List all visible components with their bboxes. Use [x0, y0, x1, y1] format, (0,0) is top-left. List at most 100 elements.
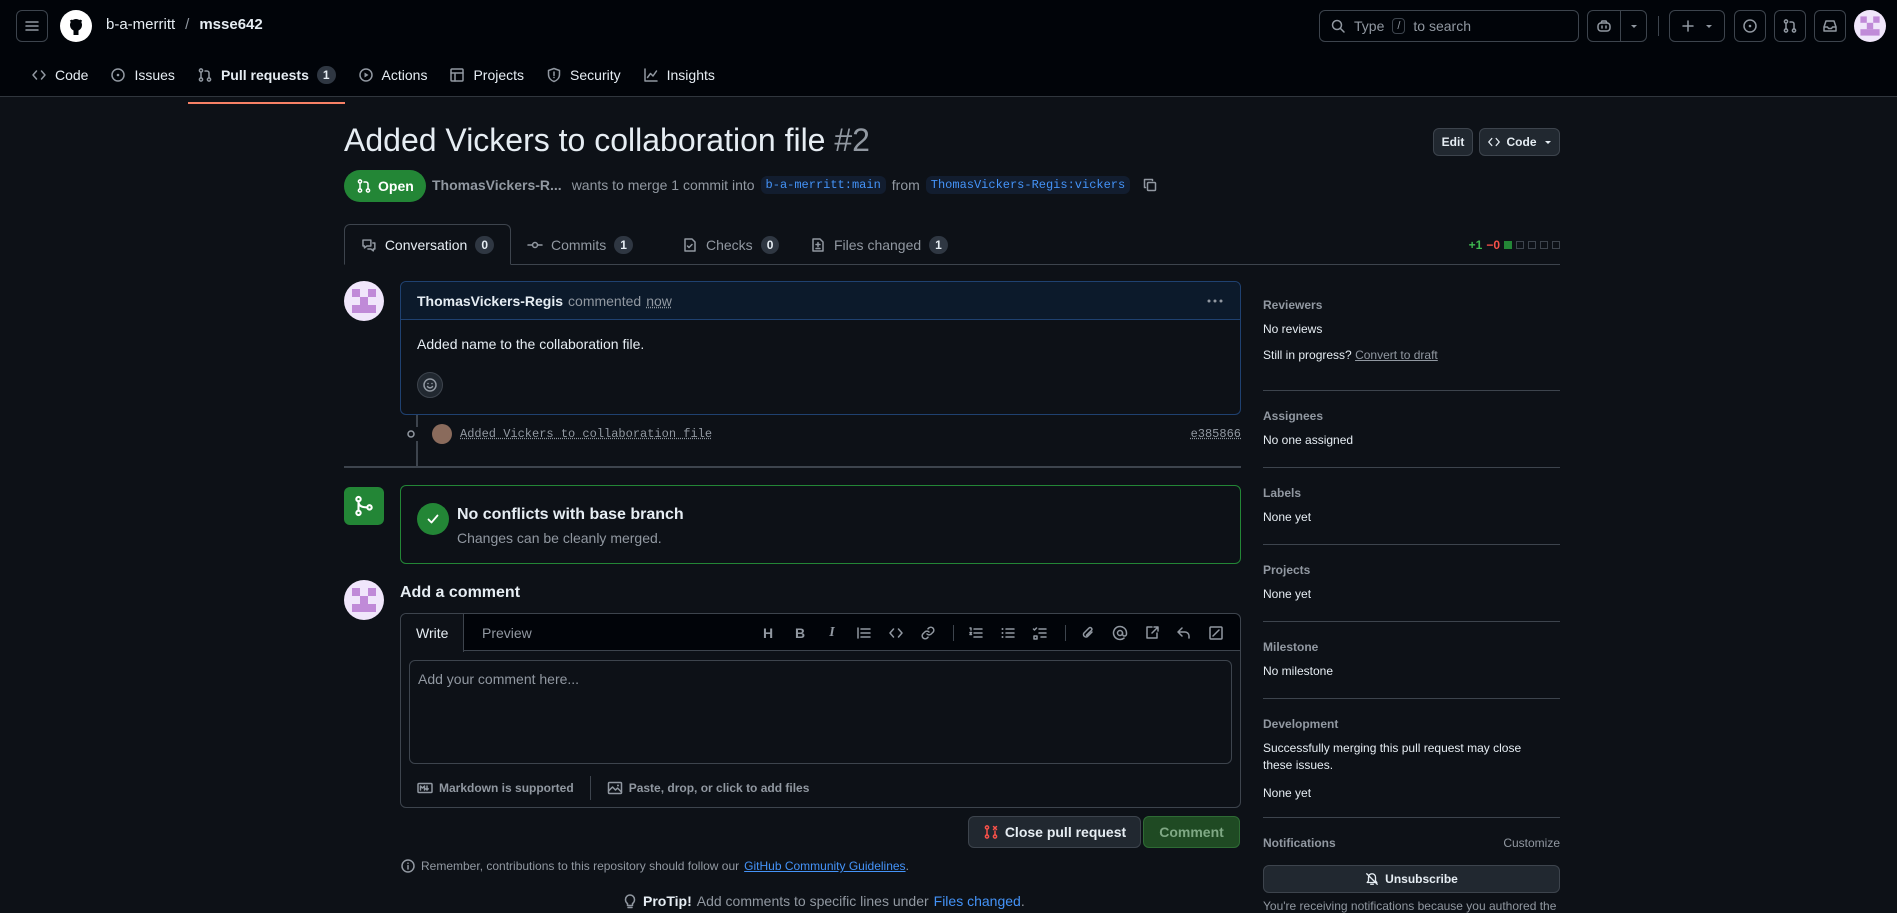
status-label: Open [378, 178, 414, 194]
pull-requests-button[interactable] [1774, 10, 1806, 42]
reviewers-heading[interactable]: Reviewers [1263, 298, 1560, 312]
write-tab[interactable]: Write [401, 614, 464, 652]
comment-submit-button[interactable]: Comment [1143, 816, 1240, 848]
search-input[interactable]: Type / to search [1319, 10, 1579, 42]
commit-sha-link[interactable]: e385866 [1191, 427, 1241, 441]
add-reaction-button[interactable] [417, 372, 443, 398]
labels-heading[interactable]: Labels [1263, 486, 1560, 500]
search-icon [1330, 18, 1346, 34]
image-icon [607, 780, 623, 796]
hamburger-icon [24, 18, 40, 34]
head-branch[interactable]: ThomasVickers-Regis:vickers [926, 176, 1130, 194]
cross-reference-icon[interactable] [1143, 624, 1161, 642]
pr-author-link[interactable]: ThomasVickers-R... [432, 177, 562, 193]
preview-tab[interactable]: Preview [467, 614, 547, 651]
fullscreen-icon[interactable] [1207, 624, 1225, 642]
tab-issues[interactable]: Issues [101, 60, 183, 90]
sidebar-notifications: Notifications Customize [1263, 836, 1560, 850]
sidebar-assignees: Assignees No one assigned [1263, 409, 1560, 449]
paperclip-icon[interactable] [1079, 624, 1097, 642]
comment-textarea[interactable]: Add your comment here... [409, 660, 1232, 764]
smiley-icon [422, 377, 438, 393]
merge-status-subtitle: Changes can be cleanly merged. [457, 530, 662, 546]
tab-commits[interactable]: Commits 1 [511, 224, 649, 265]
mention-icon[interactable] [1111, 624, 1129, 642]
bold-icon[interactable]: B [791, 624, 809, 642]
sidebar-projects: Projects None yet [1263, 563, 1560, 603]
close-pull-request-button[interactable]: Close pull request [968, 816, 1141, 848]
community-guidelines-link[interactable]: GitHub Community Guidelines [744, 859, 905, 873]
milestone-heading[interactable]: Milestone [1263, 640, 1560, 654]
comment-action: commented [568, 293, 641, 309]
sidebar-development: Development Successfully merging this pu… [1263, 717, 1560, 802]
commit-author-avatar[interactable] [432, 424, 452, 444]
files-changed-link[interactable]: Files changed [934, 893, 1021, 909]
tab-projects[interactable]: Projects [440, 60, 533, 90]
tab-code[interactable]: Code [22, 60, 97, 90]
create-new-button[interactable] [1669, 10, 1725, 42]
heading-icon[interactable]: H [759, 624, 777, 642]
quote-icon[interactable] [855, 624, 873, 642]
assignees-heading[interactable]: Assignees [1263, 409, 1560, 423]
owner-link[interactable]: b-a-merritt [106, 16, 175, 33]
reply-icon[interactable] [1175, 624, 1193, 642]
timeline-divider [344, 466, 1241, 468]
ordered-list-icon[interactable] [967, 624, 985, 642]
code-icon[interactable] [887, 624, 905, 642]
copilot-button[interactable] [1587, 10, 1647, 42]
repo-link[interactable]: msse642 [199, 16, 262, 33]
customize-notifications-link[interactable]: Customize [1503, 836, 1560, 850]
sidebar-divider [1263, 390, 1560, 391]
comment-author-link[interactable]: ThomasVickers-Regis [417, 293, 563, 309]
kebab-horizontal-icon[interactable] [1206, 293, 1224, 309]
diffstat-block [1552, 241, 1560, 249]
sidebar-divider [1263, 621, 1560, 622]
projects-heading[interactable]: Projects [1263, 563, 1560, 577]
editor-footer: Markdown is supported Paste, drop, or cl… [401, 769, 1240, 807]
comment-discussion-icon [361, 237, 377, 253]
tab-pull-requests[interactable]: Pull requests 1 [188, 60, 345, 90]
user-avatar[interactable] [1854, 10, 1886, 42]
sidebar-divider [1263, 467, 1560, 468]
code-icon [31, 67, 47, 83]
development-text: Successfully merging this pull request m… [1263, 740, 1553, 774]
comment-author-avatar[interactable] [344, 281, 384, 321]
guidelines-text: Remember, contributions to this reposito… [421, 859, 739, 873]
tab-files-changed[interactable]: Files changed 1 [794, 224, 964, 265]
menu-button[interactable] [16, 10, 48, 42]
comment-timestamp[interactable]: now [646, 293, 672, 309]
github-logo-icon[interactable] [60, 10, 92, 42]
italic-icon[interactable]: I [823, 624, 841, 642]
breadcrumb-separator: / [185, 16, 189, 33]
chevron-down-icon [1704, 21, 1714, 31]
from-text: from [892, 177, 920, 193]
commit-icon [404, 427, 418, 441]
unordered-list-icon[interactable] [999, 624, 1017, 642]
task-list-icon[interactable] [1031, 624, 1049, 642]
tab-commits-count: 1 [614, 236, 633, 254]
edit-title-button[interactable]: Edit [1433, 128, 1473, 156]
tab-checks[interactable]: Checks 0 [666, 224, 795, 265]
info-icon [400, 858, 416, 874]
inbox-button[interactable] [1814, 10, 1846, 42]
code-dropdown-button[interactable]: Code [1479, 128, 1560, 156]
merge-status-title: No conflicts with base branch [457, 506, 684, 524]
editor-toolbar: Write Preview H B I [401, 614, 1240, 651]
attach-files-button[interactable]: Paste, drop, or click to add files [591, 780, 826, 796]
search-placeholder-suffix: to search [1413, 18, 1471, 34]
tab-insights[interactable]: Insights [634, 60, 724, 90]
tab-conversation[interactable]: Conversation 0 [344, 224, 511, 265]
tab-security[interactable]: Security [537, 60, 630, 90]
file-diff-icon [810, 237, 826, 253]
issues-button[interactable] [1734, 10, 1766, 42]
commit-message-link[interactable]: Added Vickers to collaboration file [460, 427, 712, 441]
tab-actions[interactable]: Actions [349, 60, 437, 90]
copy-icon[interactable] [1142, 177, 1158, 193]
current-user-avatar[interactable] [344, 580, 384, 620]
base-branch[interactable]: b-a-merritt:main [761, 176, 886, 194]
markdown-supported-link[interactable]: Markdown is supported [401, 780, 590, 796]
development-heading[interactable]: Development [1263, 717, 1560, 731]
link-icon[interactable] [919, 624, 937, 642]
unsubscribe-button[interactable]: Unsubscribe [1263, 865, 1560, 893]
convert-to-draft-link[interactable]: Convert to draft [1355, 348, 1438, 362]
